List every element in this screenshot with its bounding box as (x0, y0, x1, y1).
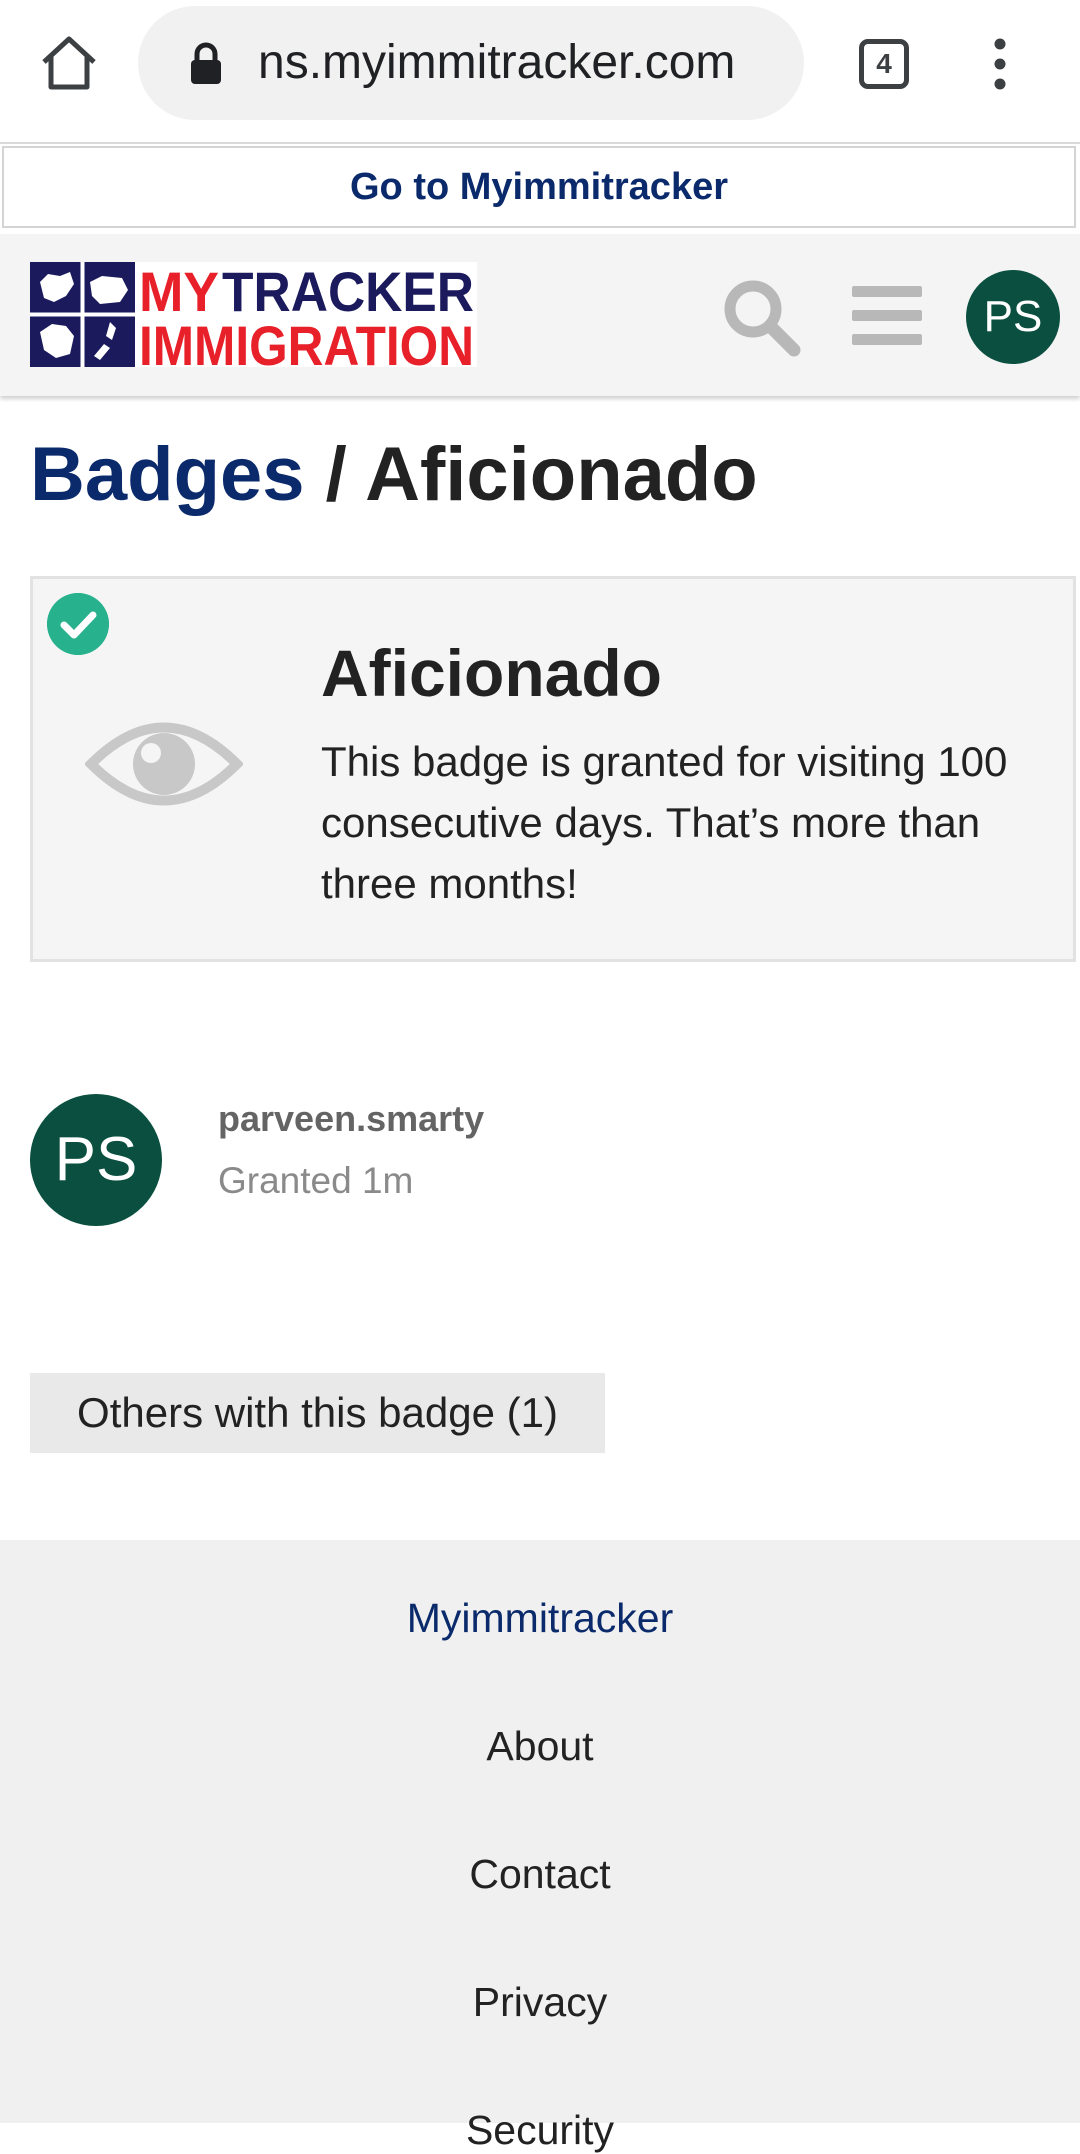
grantee-avatar[interactable]: PS (30, 1094, 162, 1226)
footer-link-security[interactable]: Security (0, 2107, 1080, 2154)
site-header: MY TRACKER IMMIGRATION PS (0, 234, 1080, 396)
breadcrumb-current: Aficionado (365, 432, 758, 517)
address-bar[interactable]: ns.myimmitracker.com (138, 6, 804, 120)
grantee-username[interactable]: parveen.smarty (218, 1098, 484, 1140)
footer-link-myimmitracker[interactable]: Myimmitracker (0, 1595, 1080, 1642)
browser-toolbar: ns.myimmitracker.com 4 (0, 0, 1080, 144)
logo-text-immigration: IMMIGRATION (139, 314, 474, 367)
granted-time: Granted 1m (218, 1160, 414, 1201)
hamburger-menu-icon[interactable] (852, 282, 922, 350)
footer-link-contact[interactable]: Contact (0, 1851, 1080, 1898)
goto-site-link[interactable]: Go to Myimmitracker (2, 146, 1076, 228)
more-menu-icon[interactable] (980, 36, 1020, 92)
home-icon[interactable] (38, 32, 100, 94)
breadcrumb-badges-link[interactable]: Badges (30, 432, 305, 517)
eye-icon (85, 722, 243, 806)
lock-icon (191, 42, 221, 84)
footer-link-privacy[interactable]: Privacy (0, 1979, 1080, 2026)
badge-card: Aficionado This badge is granted for vis… (30, 576, 1076, 962)
badge-name: Aficionado (321, 636, 662, 710)
tab-switcher-button[interactable]: 4 (859, 39, 909, 89)
page-title: Badges / Aficionado (30, 430, 758, 520)
site-footer: Myimmitracker About Contact Privacy Secu… (0, 1540, 1080, 2153)
others-with-badge-button[interactable]: Others with this badge (1) (30, 1373, 605, 1453)
footer-link-about[interactable]: About (0, 1723, 1080, 1770)
check-circle-icon (47, 593, 109, 655)
breadcrumb-separator: / (304, 432, 366, 517)
search-icon[interactable] (720, 276, 802, 358)
url-text: ns.myimmitracker.com (258, 36, 736, 89)
user-avatar[interactable]: PS (966, 270, 1060, 364)
badge-description: This badge is granted for visiting 100 c… (321, 738, 1008, 907)
site-logo[interactable]: MY TRACKER IMMIGRATION (30, 262, 477, 367)
